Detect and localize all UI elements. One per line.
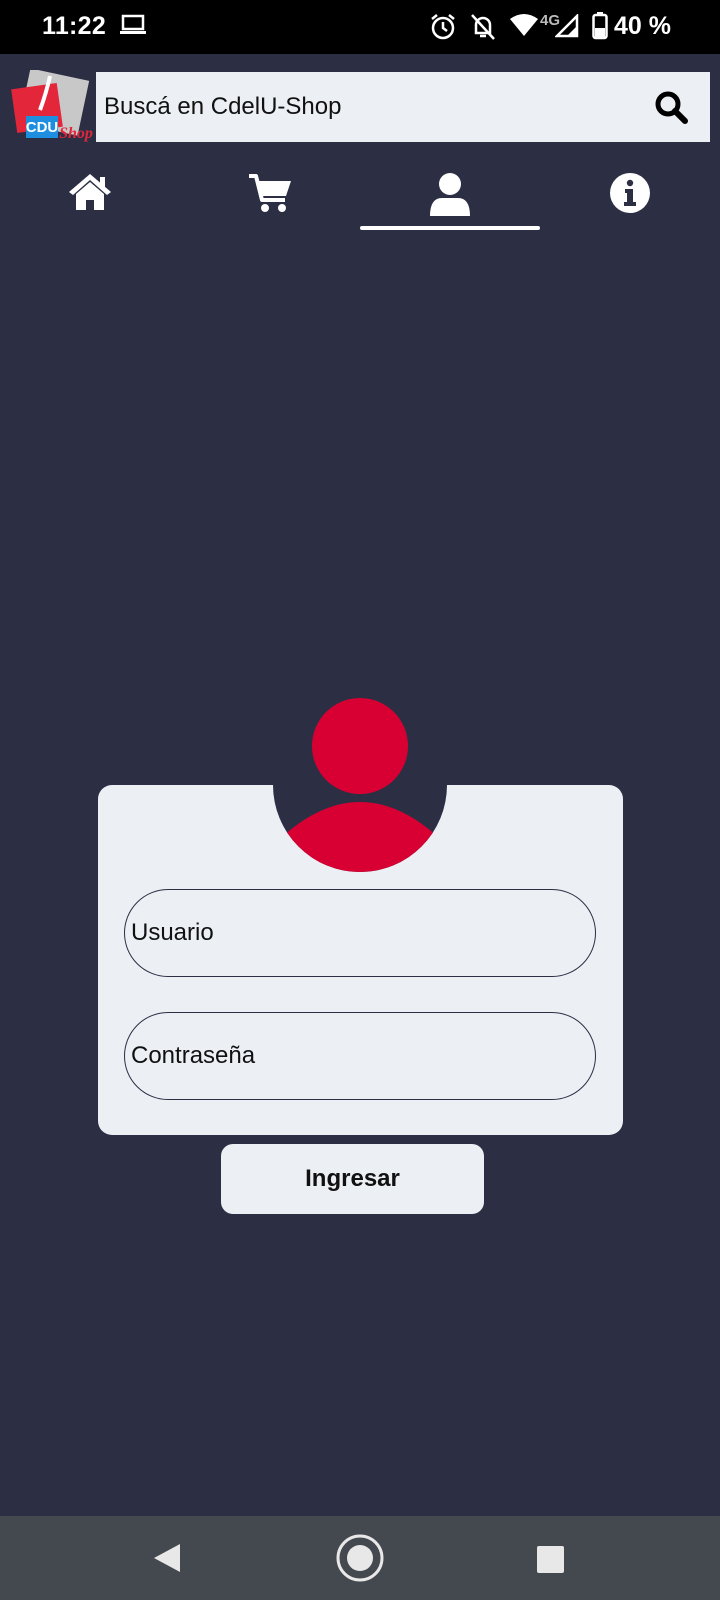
tab-info[interactable]	[540, 162, 720, 232]
laptop-icon	[120, 14, 146, 34]
username-field[interactable]	[124, 889, 596, 977]
main-nav	[0, 162, 720, 232]
password-field[interactable]	[124, 1012, 596, 1100]
user-icon	[430, 173, 470, 216]
bell-off-icon	[471, 14, 495, 40]
cart-icon	[249, 174, 291, 212]
login-button[interactable]: Ingresar	[221, 1144, 484, 1214]
search-icon[interactable]	[654, 90, 688, 124]
user-avatar-icon	[283, 698, 437, 872]
search-bar	[96, 72, 710, 142]
logo-text-shop: Shop	[59, 125, 93, 142]
recent-apps-icon[interactable]	[537, 1546, 564, 1573]
battery-percent: 40 %	[614, 12, 671, 40]
cdu-shop-logo[interactable]: CDU Shop	[10, 70, 94, 146]
search-input[interactable]	[96, 72, 636, 142]
battery-icon	[592, 12, 608, 40]
back-icon[interactable]	[152, 1542, 182, 1574]
status-bar: 11:22 4G 40 %	[0, 0, 720, 54]
home-circle-icon[interactable]	[336, 1534, 384, 1582]
status-time: 11:22	[42, 12, 107, 40]
android-nav-bar	[0, 1516, 720, 1600]
alarm-icon	[431, 14, 455, 40]
signal-icon	[555, 14, 579, 38]
tab-account[interactable]	[360, 162, 540, 232]
logo-text-cdu: CDU	[26, 119, 59, 136]
wifi-icon	[510, 14, 538, 36]
tab-home[interactable]	[0, 162, 180, 232]
home-icon	[69, 174, 111, 210]
tab-cart[interactable]	[180, 162, 360, 232]
avatar	[273, 698, 447, 872]
info-icon	[610, 173, 650, 213]
